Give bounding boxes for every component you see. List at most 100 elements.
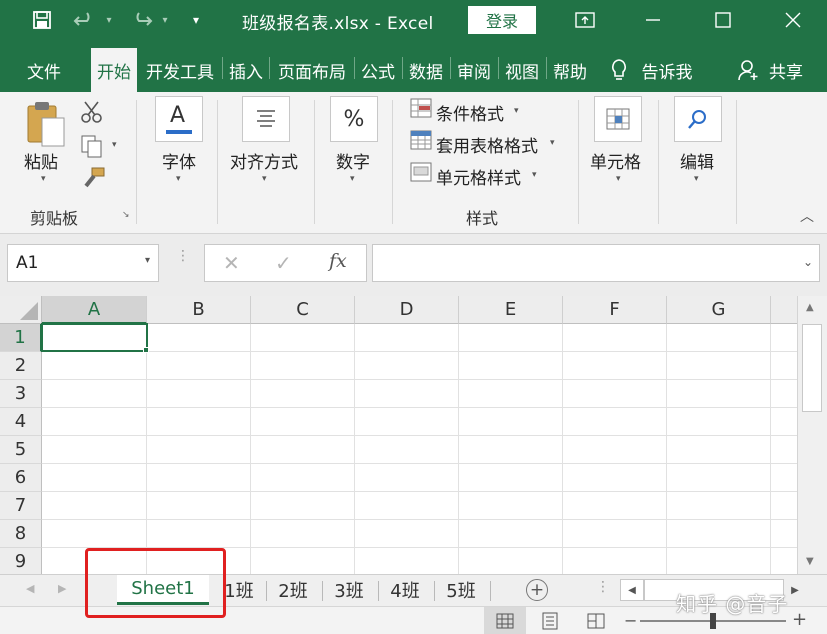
tab-formulas[interactable]: 公式 xyxy=(356,48,400,92)
scroll-up-icon[interactable]: ▲ xyxy=(806,302,814,313)
editing-dropdown-icon[interactable]: ▾ xyxy=(694,174,699,184)
column-header-f[interactable]: F xyxy=(563,296,667,324)
copy-dropdown-icon[interactable]: ▾ xyxy=(112,140,117,150)
share-icon[interactable] xyxy=(734,48,762,92)
font-icon[interactable]: A xyxy=(155,96,203,142)
vertical-scroll-thumb[interactable] xyxy=(802,324,822,412)
column-header-e[interactable]: E xyxy=(459,296,563,324)
column-header-overflow[interactable] xyxy=(771,296,797,324)
page-break-view-icon[interactable] xyxy=(582,607,610,634)
cell-styles-button[interactable]: 单元格样式 xyxy=(436,164,521,189)
column-header-d[interactable]: D xyxy=(355,296,459,324)
customize-qat-icon[interactable]: ▾ xyxy=(186,6,206,34)
redo-dropdown-icon[interactable]: ▾ xyxy=(158,6,172,34)
cells-dropdown-icon[interactable]: ▾ xyxy=(616,174,621,184)
formula-input[interactable]: ⌄ xyxy=(372,244,820,282)
select-all-corner[interactable] xyxy=(0,296,42,324)
sheet-tab-3[interactable]: 3班 xyxy=(330,575,368,605)
format-painter-icon[interactable] xyxy=(82,166,106,190)
row-header-8[interactable]: 8 xyxy=(0,520,42,548)
tab-home[interactable]: 开始 xyxy=(91,48,137,92)
row-header-1[interactable]: 1 xyxy=(0,324,42,352)
tab-developer[interactable]: 开发工具 xyxy=(140,48,220,92)
formula-bar-grip-icon[interactable]: ⋮ xyxy=(176,249,190,263)
number-dropdown-icon[interactable]: ▾ xyxy=(350,174,355,184)
editing-icon[interactable] xyxy=(674,96,722,142)
collapse-ribbon-icon[interactable]: ︿ xyxy=(800,206,814,226)
paste-icon[interactable] xyxy=(24,100,68,150)
row-header-3[interactable]: 3 xyxy=(0,380,42,408)
alignment-icon[interactable] xyxy=(242,96,290,142)
column-header-b[interactable]: B xyxy=(147,296,251,324)
conditional-format-button[interactable]: 条件格式 xyxy=(436,100,504,125)
cell-styles-dropdown-icon[interactable]: ▾ xyxy=(532,170,537,180)
prev-sheet-icon[interactable]: ◀ xyxy=(26,582,34,595)
zoom-out-icon[interactable]: − xyxy=(624,611,637,630)
column-header-g[interactable]: G xyxy=(667,296,771,324)
cells-button[interactable]: 单元格 xyxy=(590,148,641,173)
sheet-bar-grip-icon[interactable]: ⋮ xyxy=(596,580,610,594)
tab-page-layout[interactable]: 页面布局 xyxy=(272,48,352,92)
format-as-table-dropdown-icon[interactable]: ▾ xyxy=(550,138,555,148)
vertical-scrollbar[interactable]: ▲ ▼ xyxy=(797,296,827,574)
ribbon-display-icon[interactable] xyxy=(562,0,608,40)
font-button[interactable]: 字体 xyxy=(162,148,196,173)
alignment-button[interactable]: 对齐方式 xyxy=(230,148,298,173)
paste-button[interactable]: 粘贴 xyxy=(24,148,58,173)
sheet-tab-1[interactable]: 1班 xyxy=(222,575,256,605)
tab-view[interactable]: 视图 xyxy=(500,48,544,92)
dialog-launcher-icon[interactable]: ↘ xyxy=(122,210,130,220)
undo-dropdown-icon[interactable]: ▾ xyxy=(102,6,116,34)
tab-insert[interactable]: 插入 xyxy=(224,48,268,92)
column-header-c[interactable]: C xyxy=(251,296,355,324)
scroll-left-icon[interactable]: ◀ xyxy=(620,579,644,601)
format-as-table-button[interactable]: 套用表格格式 xyxy=(436,132,538,157)
row-header-5[interactable]: 5 xyxy=(0,436,42,464)
lightbulb-icon[interactable] xyxy=(604,48,634,92)
close-icon[interactable] xyxy=(770,0,816,40)
active-cell[interactable] xyxy=(41,323,148,352)
cut-icon[interactable] xyxy=(80,100,104,124)
tell-me-label[interactable]: 告诉我 xyxy=(636,48,698,92)
cancel-entry-icon[interactable]: ✕ xyxy=(223,251,240,275)
editing-button[interactable]: 编辑 xyxy=(680,148,714,173)
add-sheet-icon[interactable]: + xyxy=(526,579,548,601)
cells-icon[interactable] xyxy=(594,96,642,142)
font-dropdown-icon[interactable]: ▾ xyxy=(176,174,181,184)
sheet-tab-5[interactable]: 5班 xyxy=(442,575,480,605)
number-icon[interactable]: % xyxy=(330,96,378,142)
minimize-icon[interactable] xyxy=(630,0,676,40)
row-header-7[interactable]: 7 xyxy=(0,492,42,520)
undo-icon[interactable] xyxy=(68,6,102,34)
share-label[interactable]: 共享 xyxy=(764,48,808,92)
worksheet-grid[interactable]: ABCDEFG 123456789 xyxy=(0,296,797,574)
name-box-dropdown-icon[interactable]: ▾ xyxy=(145,255,150,266)
row-header-9[interactable]: 9 xyxy=(0,548,42,574)
alignment-dropdown-icon[interactable]: ▾ xyxy=(262,174,267,184)
confirm-entry-icon[interactable]: ✓ xyxy=(275,251,292,275)
expand-formula-bar-icon[interactable]: ⌄ xyxy=(803,255,813,269)
column-header-a[interactable]: A xyxy=(42,296,147,324)
login-button[interactable]: 登录 xyxy=(468,6,536,34)
tab-file[interactable]: 文件 xyxy=(14,48,74,92)
scroll-down-icon[interactable]: ▼ xyxy=(806,556,814,567)
row-header-6[interactable]: 6 xyxy=(0,464,42,492)
row-header-2[interactable]: 2 xyxy=(0,352,42,380)
normal-view-icon[interactable] xyxy=(484,607,526,634)
copy-icon[interactable] xyxy=(80,134,104,158)
page-layout-view-icon[interactable] xyxy=(536,607,564,634)
sheet-tab-2[interactable]: 2班 xyxy=(274,575,312,605)
tab-help[interactable]: 帮助 xyxy=(548,48,592,92)
tab-review[interactable]: 审阅 xyxy=(452,48,496,92)
maximize-icon[interactable] xyxy=(700,0,746,40)
tab-data[interactable]: 数据 xyxy=(404,48,448,92)
zoom-in-icon[interactable]: + xyxy=(792,609,807,630)
fill-handle[interactable] xyxy=(143,347,149,353)
row-header-4[interactable]: 4 xyxy=(0,408,42,436)
next-sheet-icon[interactable]: ▶ xyxy=(58,582,66,595)
insert-function-icon[interactable]: fx xyxy=(329,250,347,272)
sheet-tab-4[interactable]: 4班 xyxy=(386,575,424,605)
paste-dropdown-icon[interactable]: ▾ xyxy=(41,174,46,184)
name-box[interactable]: A1 ▾ xyxy=(7,244,159,282)
save-icon[interactable] xyxy=(26,6,58,34)
